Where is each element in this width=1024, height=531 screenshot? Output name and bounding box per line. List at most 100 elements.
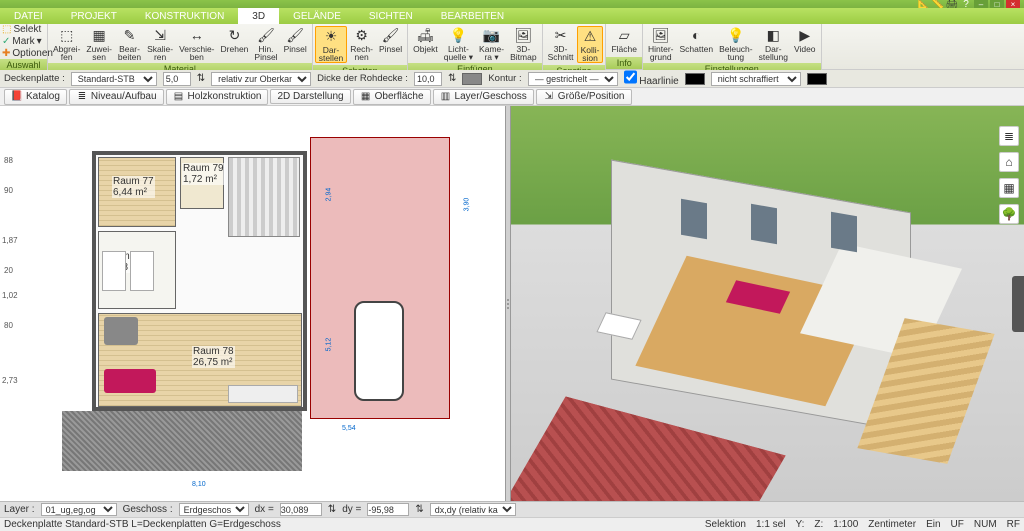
- ribbon-video-button[interactable]: ▶Video: [791, 26, 819, 53]
- ribbon-objekt-button[interactable]: 🛋Objekt: [410, 26, 441, 53]
- status-rf: RF: [1007, 519, 1020, 530]
- maximize-button[interactable]: □: [990, 0, 1004, 8]
- holz-button[interactable]: ▤Holzkonstruktion: [166, 89, 269, 105]
- schraffiert-select[interactable]: nicht schraffiert: [711, 72, 801, 86]
- ribbon-abgreifen-button[interactable]: ⬚Abgrei-fen: [50, 26, 83, 61]
- selekt-button[interactable]: ⬚Selekt: [2, 24, 41, 35]
- ribbon-beleuchtung-button[interactable]: 💡Beleuch-tung: [716, 26, 756, 61]
- dim-label: 2,73: [2, 376, 18, 385]
- dxdy-select[interactable]: dx,dy (relativ ka: [430, 503, 516, 516]
- tool-icon[interactable]: 📏: [932, 0, 944, 8]
- ribbon-darstellen-button[interactable]: ☀Dar-stellen: [315, 26, 348, 63]
- ribbon-icon: ↔: [188, 26, 206, 44]
- ribbon-label: Kame-ra ▾: [479, 45, 504, 61]
- haarlinie-checkbox[interactable]: [624, 70, 637, 84]
- ribbon-label: Schatten: [680, 45, 714, 53]
- ribbon-3dbitmap-button[interactable]: 🖼3D-Bitmap: [507, 26, 539, 61]
- ribbon-pinsel-button[interactable]: 🖌Pinsel: [376, 26, 405, 53]
- ribbon-3dschnitt-button[interactable]: ✂3D-Schnitt: [545, 26, 577, 61]
- palette-icon[interactable]: ▦: [999, 178, 1019, 198]
- relative-select[interactable]: relativ zur Oberkan: [211, 72, 311, 86]
- status-num: NUM: [974, 519, 997, 530]
- room-name: Raum 78: [193, 346, 234, 357]
- ribbon-lichtquelle-button[interactable]: 💡Licht-quelle ▾: [441, 26, 476, 61]
- viewport-3d[interactable]: ≣ ⌂ ▦ 🌳: [511, 106, 1024, 501]
- ribbon-kamera-button[interactable]: 📷Kame-ra ▾: [476, 26, 507, 61]
- dim-label: 5,12: [325, 338, 332, 352]
- tree-icon[interactable]: 🌳: [999, 204, 1019, 224]
- ribbon-label: 3D-Schnitt: [548, 45, 574, 61]
- menu-projekt[interactable]: PROJEKT: [57, 8, 131, 24]
- 2d-button[interactable]: 2D Darstellung: [270, 89, 350, 104]
- ribbon-zuweisen-button[interactable]: ▦Zuwei-sen: [83, 26, 115, 61]
- optionen-button[interactable]: ✚Optionen: [2, 48, 53, 59]
- ribbon-icon: ↻: [225, 26, 243, 44]
- secondary-toolbar: 📕Katalog ≣Niveau/Aufbau ▤Holzkonstruktio…: [0, 88, 1024, 106]
- ribbon-darstellung-button[interactable]: ◧Dar-stellung: [756, 26, 791, 61]
- dx-input[interactable]: [280, 503, 322, 516]
- ribbon-bearbeiten-button[interactable]: ✎Bear-beiten: [115, 26, 144, 61]
- side-handle[interactable]: [1012, 276, 1024, 332]
- status-ratio: 1:1 sel: [756, 519, 785, 530]
- dy-input[interactable]: [367, 503, 409, 516]
- ribbon-icon: 💡: [727, 26, 745, 44]
- kontur-select[interactable]: — gestrichelt —: [528, 72, 618, 86]
- menu-bearbeiten[interactable]: BEARBEITEN: [427, 8, 518, 24]
- ribbon-label: Beleuch-tung: [719, 45, 753, 61]
- menu-datei[interactable]: DATEI: [0, 8, 57, 24]
- rohdecke-input[interactable]: [414, 72, 442, 86]
- color-swatch[interactable]: [462, 73, 482, 85]
- geschoss-select[interactable]: Erdgeschos: [179, 503, 249, 516]
- ribbon-fläche-button[interactable]: ▱Fläche: [608, 26, 640, 53]
- katalog-button[interactable]: 📕Katalog: [4, 89, 67, 105]
- menu-gelaende[interactable]: GELÄNDE: [279, 8, 355, 24]
- ribbon-icon: ▦: [90, 26, 108, 44]
- help-icon[interactable]: ?: [960, 0, 972, 8]
- thickness-input[interactable]: [163, 72, 191, 86]
- ribbon-hin.pinsel-button[interactable]: 🖌Hin.Pinsel: [251, 26, 280, 61]
- niveau-button[interactable]: ≣Niveau/Aufbau: [69, 89, 164, 105]
- ribbon-verschieben-button[interactable]: ↔Verschie-ben: [176, 26, 217, 61]
- status-bar: Deckenplatte Standard-STB L=Deckenplatte…: [0, 517, 1024, 531]
- deckenplatte-select[interactable]: Standard-STB: [71, 72, 157, 86]
- menu-3d[interactable]: 3D: [238, 8, 279, 24]
- layers-icon[interactable]: ≣: [999, 126, 1019, 146]
- layer-button[interactable]: ▥Layer/Geschoss: [433, 89, 534, 105]
- oberflaeche-button[interactable]: ▦Oberfläche: [353, 89, 431, 105]
- ribbon-hintergrund-button[interactable]: 🖼Hinter-grund: [645, 26, 677, 61]
- ribbon-kollision-button[interactable]: ⚠Kolli-sion: [577, 26, 604, 63]
- menu-konstruktion[interactable]: KONSTRUKTION: [131, 8, 238, 24]
- tool-icon[interactable]: 🖨: [946, 0, 958, 8]
- viewport-2d[interactable]: Raum 776,44 m² Raum 791,72 m² Raum 8110,…: [0, 106, 505, 501]
- ribbon-icon: 🛋: [416, 26, 434, 44]
- ribbon-skalieren-button[interactable]: ⇲Skalie-ren: [144, 26, 176, 61]
- close-button[interactable]: ×: [1006, 0, 1020, 8]
- room-area: 6,44 m²: [113, 187, 147, 198]
- menu-sichten[interactable]: SICHTEN: [355, 8, 427, 24]
- home-icon[interactable]: ⌂: [999, 152, 1019, 172]
- ribbon-pinsel-button[interactable]: 🖌Pinsel: [281, 26, 310, 53]
- ribbon-icon: 🖌: [382, 26, 400, 44]
- layer-select[interactable]: 01_ug,eg,og: [41, 503, 117, 516]
- ribbon-rechnen-button[interactable]: ⚙Rech-nen: [347, 26, 376, 61]
- tool-icon[interactable]: 📐: [918, 0, 930, 8]
- ribbon-icon: ▶: [796, 26, 814, 44]
- ribbon-icon: ⚙: [353, 26, 371, 44]
- ribbon-label: Pinsel: [379, 45, 402, 53]
- ribbon-icon: 🖼: [514, 26, 532, 44]
- dim-label: 5,54: [342, 425, 356, 432]
- ribbon-drehen-button[interactable]: ↻Drehen: [218, 26, 252, 53]
- ribbon-icon: ▱: [615, 26, 633, 44]
- dim-label: 1,02: [2, 291, 18, 300]
- ribbon-label: Abgrei-fen: [53, 45, 80, 61]
- status-scale: 1:100: [833, 519, 858, 530]
- ribbon-icon: ⚠: [581, 27, 599, 45]
- groesse-button[interactable]: ⇲Größe/Position: [536, 89, 632, 105]
- ribbon-schatten-button[interactable]: ◐Schatten: [677, 26, 717, 53]
- color-swatch[interactable]: [807, 73, 827, 85]
- group-label: Info: [606, 57, 642, 69]
- surface-icon: ▦: [360, 91, 372, 103]
- minimize-button[interactable]: –: [974, 0, 988, 8]
- mark-button[interactable]: ✓Mark▾: [2, 36, 42, 47]
- color-swatch[interactable]: [685, 73, 705, 85]
